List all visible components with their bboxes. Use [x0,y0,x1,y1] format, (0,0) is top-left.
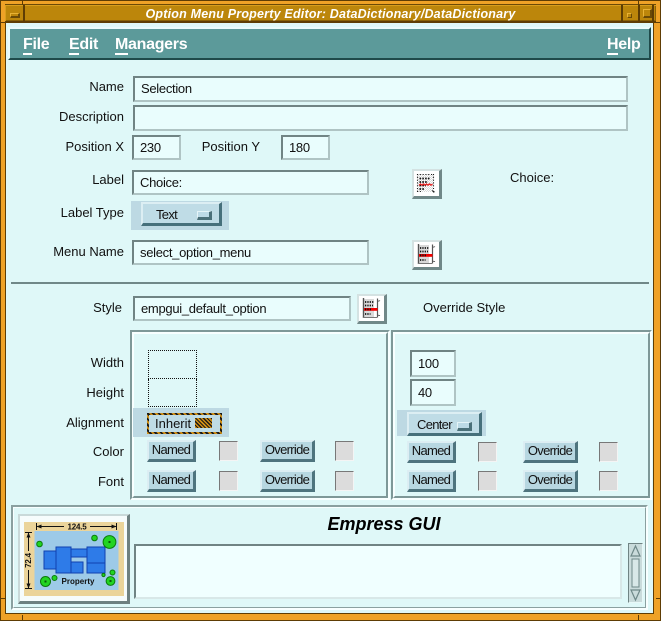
svg-text:72.4: 72.4 [24,552,33,568]
svg-text:124.5: 124.5 [67,523,87,532]
svg-text:Property: Property [62,577,95,586]
